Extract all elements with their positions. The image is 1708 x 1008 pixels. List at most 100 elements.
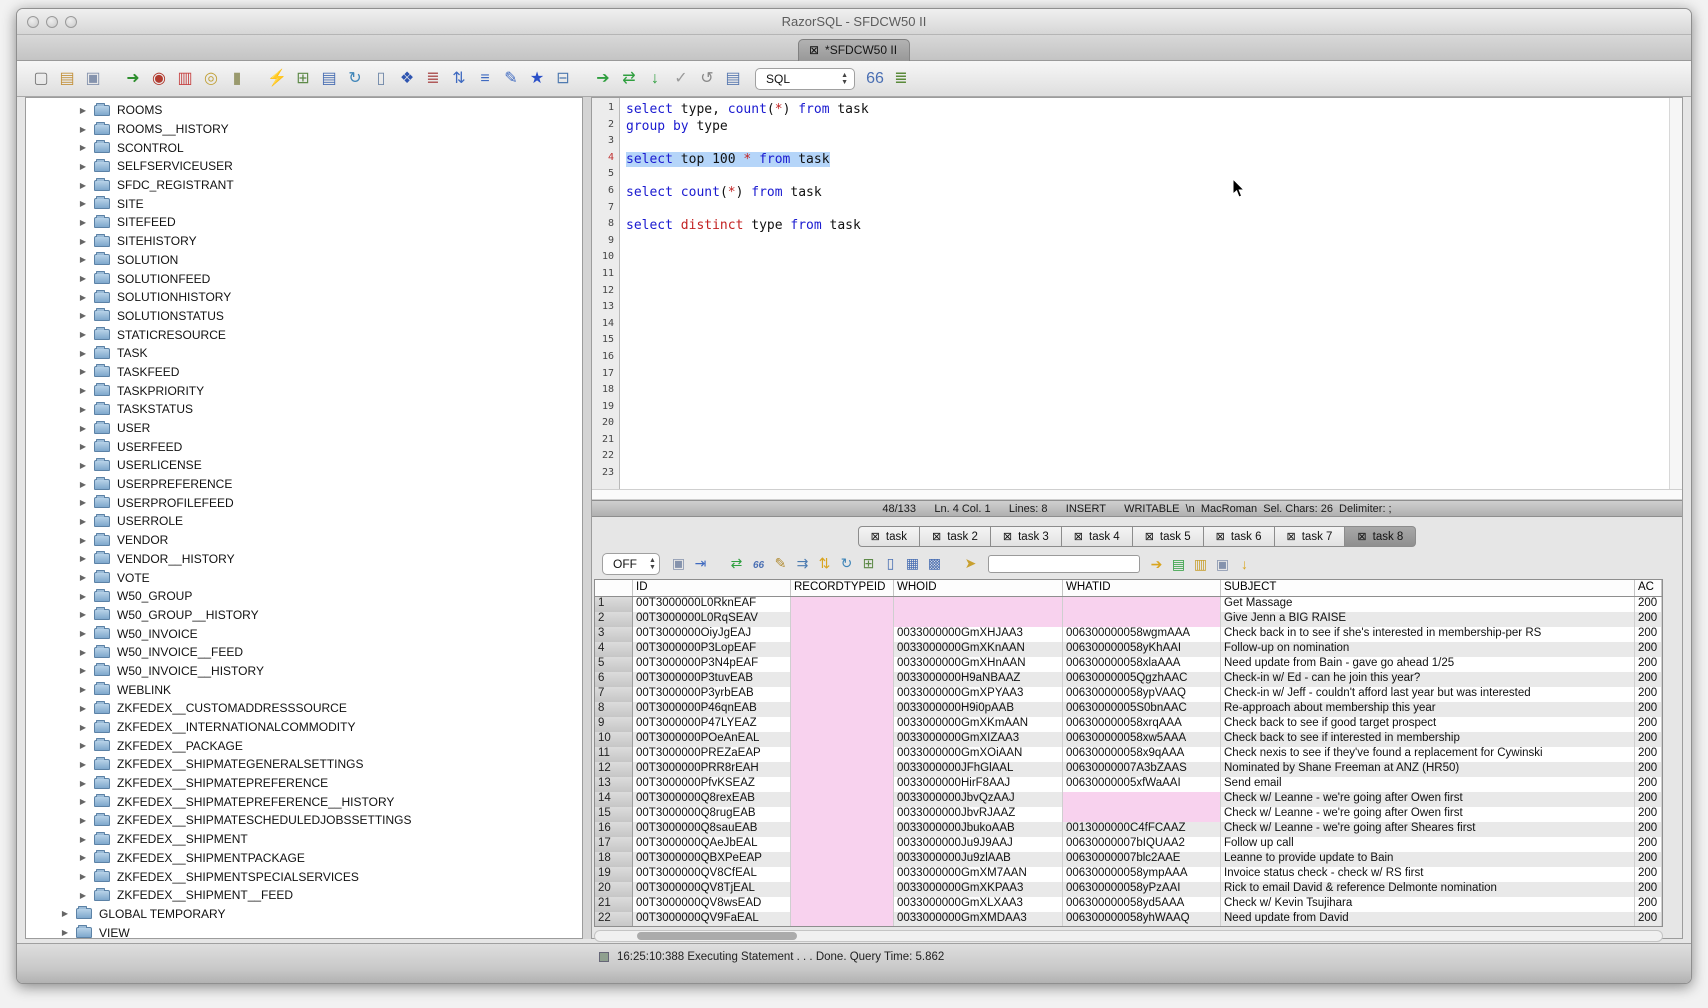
tree-item-w50-invoice[interactable]: ▶W50_INVOICE	[26, 624, 582, 643]
tree-item-taskpriority[interactable]: ▶TASKPRIORITY	[26, 381, 582, 400]
database-icon[interactable]: ▮	[225, 68, 249, 90]
disclosure-triangle-icon[interactable]: ▶	[78, 125, 88, 134]
tree-item-zkfedex-internationalcommodity[interactable]: ▶ZKFEDEX__INTERNATIONALCOMMODITY	[26, 718, 582, 737]
format-sql-icon[interactable]: ✎	[499, 68, 523, 90]
disclosure-triangle-icon[interactable]: ▶	[78, 779, 88, 788]
column-header-ID[interactable]: ID	[633, 580, 791, 596]
close-tab-icon[interactable]: ⊠	[1003, 531, 1012, 543]
sql-code-area[interactable]: select type, count(*) from taskgroup by …	[620, 98, 1669, 489]
log-icon[interactable]: ▤	[721, 68, 745, 90]
table-row[interactable]: 1400T3000000Q8rexEAB0033000000JbvQzAAJCh…	[595, 792, 1662, 807]
tree-item-task[interactable]: ▶TASK	[26, 344, 582, 363]
disclosure-triangle-icon[interactable]: ▶	[78, 255, 88, 264]
tree-item-vendor-history[interactable]: ▶VENDOR__HISTORY	[26, 550, 582, 569]
tree-item-zkfedex-shipmentpackage[interactable]: ▶ZKFEDEX__SHIPMENTPACKAGE	[26, 849, 582, 868]
disclosure-triangle-icon[interactable]: ▶	[78, 666, 88, 675]
tree-item-zkfedex-shipment-feed[interactable]: ▶ZKFEDEX__SHIPMENT__FEED	[26, 886, 582, 905]
filter-results-icon[interactable]: ⇥	[690, 553, 711, 573]
align-columns-icon[interactable]: ≡	[473, 68, 497, 90]
disclosure-triangle-icon[interactable]: ▶	[78, 349, 88, 358]
close-tab-icon[interactable]: ⊠	[871, 531, 880, 543]
tree-item-zkfedex-package[interactable]: ▶ZKFEDEX__PACKAGE	[26, 736, 582, 755]
autocommit-dropdown[interactable]: OFF ▲▼	[602, 553, 660, 575]
copy-rows-icon[interactable]: ▦	[902, 553, 923, 573]
tree-item-w50-invoice-history[interactable]: ▶W50_INVOICE__HISTORY	[26, 662, 582, 681]
tree-item-w50-group[interactable]: ▶W50_GROUP	[26, 587, 582, 606]
save-results-icon[interactable]: ▣	[668, 553, 689, 573]
disclosure-triangle-icon[interactable]: ▶	[78, 554, 88, 563]
tree-item-userrole[interactable]: ▶USERROLE	[26, 512, 582, 531]
disclosure-triangle-icon[interactable]: ▶	[60, 928, 70, 937]
tree-item-scontrol[interactable]: ▶SCONTROL	[26, 138, 582, 157]
disclosure-triangle-icon[interactable]: ▶	[78, 461, 88, 470]
sort-rows-icon[interactable]: ⇅	[814, 553, 835, 573]
table-row[interactable]: 800T3000000P46qnEAB0033000000H9i0pAAB006…	[595, 702, 1662, 717]
tree-item-solutionstatus[interactable]: ▶SOLUTIONSTATUS	[26, 307, 582, 326]
tree-item-sfdc-registrant[interactable]: ▶SFDC_REGISTRANT	[26, 176, 582, 195]
result-tab-task-7[interactable]: ⊠task 7	[1275, 526, 1346, 547]
table-row[interactable]: 600T3000000P3tuvEAB0033000000H9aNBAAZ006…	[595, 672, 1662, 687]
disclosure-triangle-icon[interactable]: ▶	[78, 891, 88, 900]
table-row[interactable]: 2100T3000000QV8wsEAD0033000000GmXLXAA300…	[595, 897, 1662, 912]
close-tab-icon[interactable]: ⊠	[1216, 531, 1225, 543]
tree-item-rooms[interactable]: ▶ROOMS	[26, 101, 582, 120]
tree-item-zkfedex-shipmategeneralsettings[interactable]: ▶ZKFEDEX__SHIPMATEGENERALSETTINGS	[26, 755, 582, 774]
close-tab-icon[interactable]: ⊠	[1074, 531, 1083, 543]
go-icon[interactable]: ➔	[591, 68, 615, 90]
tree-item-zkfedex-customaddresssource[interactable]: ▶ZKFEDEX__CUSTOMADDRESSSOURCE	[26, 699, 582, 718]
page-view-icon[interactable]: ▯	[880, 553, 901, 573]
table-row[interactable]: 400T3000000P3LopEAF0033000000GmXKnAAN006…	[595, 642, 1662, 657]
view-row-icon[interactable]: 66	[748, 556, 769, 576]
statement-type-dropdown[interactable]: SQL ▲▼	[755, 68, 855, 90]
disclosure-triangle-icon[interactable]: ▶	[78, 498, 88, 507]
column-header-WHOID[interactable]: WHOID	[894, 580, 1063, 596]
tree-item-sitehistory[interactable]: ▶SITEHISTORY	[26, 232, 582, 251]
row-counts-icon[interactable]: ≣	[421, 68, 445, 90]
tree-item-zkfedex-shipmatescheduledjobssettings[interactable]: ▶ZKFEDEX__SHIPMATESCHEDULEDJOBSSETTINGS	[26, 811, 582, 830]
disclosure-triangle-icon[interactable]: ▶	[78, 143, 88, 152]
disclosure-triangle-icon[interactable]: ▶	[78, 760, 88, 769]
table-row[interactable]: 1500T3000000Q8rugEAB0033000000JbvRJAAZCh…	[595, 807, 1662, 822]
table-row[interactable]: 2000T3000000QV8TjEAL0033000000GmXKPAA300…	[595, 882, 1662, 897]
tree-item-w50-invoice-feed[interactable]: ▶W50_INVOICE__FEED	[26, 643, 582, 662]
disclosure-triangle-icon[interactable]: ▶	[78, 797, 88, 806]
disclosure-triangle-icon[interactable]: ▶	[78, 181, 88, 190]
disclosure-triangle-icon[interactable]: ▶	[78, 199, 88, 208]
tree-item-vendor[interactable]: ▶VENDOR	[26, 531, 582, 550]
tree-item-w50-group-history[interactable]: ▶W50_GROUP__HISTORY	[26, 606, 582, 625]
table-tools-icon[interactable]: ⊟	[551, 68, 575, 90]
table-row[interactable]: 1900T3000000QV8CfEAL0033000000GmXM7AAN00…	[595, 867, 1662, 882]
disclosure-triangle-icon[interactable]: ▶	[78, 162, 88, 171]
tree-item-view[interactable]: ▶VIEW	[26, 923, 582, 939]
disclosure-triangle-icon[interactable]: ▶	[78, 517, 88, 526]
tree-item-userlicense[interactable]: ▶USERLICENSE	[26, 456, 582, 475]
new-file-icon[interactable]: ▢	[29, 68, 53, 90]
download-results-icon[interactable]: ↓	[1234, 554, 1255, 574]
result-tab-task[interactable]: ⊠task	[858, 526, 920, 547]
column-header-RECORDTYPEID[interactable]: RECORDTYPEID	[791, 580, 894, 596]
close-tab-icon[interactable]: ⊠	[1287, 531, 1296, 543]
result-tab-task-5[interactable]: ⊠task 5	[1133, 526, 1204, 547]
edit-row-icon[interactable]: ✎	[770, 553, 791, 573]
disclosure-triangle-icon[interactable]: ▶	[78, 367, 88, 376]
editor-horizontal-scrollbar[interactable]	[592, 489, 1682, 500]
tree-item-zkfedex-shipment[interactable]: ▶ZKFEDEX__SHIPMENT	[26, 830, 582, 849]
disclosure-triangle-icon[interactable]: ▶	[78, 872, 88, 881]
tree-item-selfserviceuser[interactable]: ▶SELFSERVICEUSER	[26, 157, 582, 176]
table-row[interactable]: 1200T3000000PRR8rEAH0033000000JFhGlAAL00…	[595, 762, 1662, 777]
tree-item-userfeed[interactable]: ▶USERFEED	[26, 437, 582, 456]
results-table[interactable]: IDRECORDTYPEIDWHOIDWHATIDSUBJECTAC100T30…	[594, 579, 1663, 927]
disclosure-triangle-icon[interactable]: ▶	[78, 386, 88, 395]
tree-item-sitefeed[interactable]: ▶SITEFEED	[26, 213, 582, 232]
disclosure-triangle-icon[interactable]: ▶	[78, 573, 88, 582]
update-database-icon[interactable]: ↻	[836, 553, 857, 573]
fetch-icon[interactable]: ↓	[643, 68, 667, 90]
result-tab-task-4[interactable]: ⊠task 4	[1062, 526, 1133, 547]
form-view-icon[interactable]: ⊞	[858, 553, 879, 573]
favorites-icon[interactable]: ★	[525, 68, 549, 90]
rollback-icon[interactable]: ◎	[199, 68, 223, 90]
disclosure-triangle-icon[interactable]: ▶	[78, 536, 88, 545]
panel-splitter[interactable]	[583, 97, 591, 939]
filter-sort-icon[interactable]: ⇅	[447, 68, 471, 90]
table-row[interactable]: 1100T3000000PREZaEAP0033000000GmXOiAAN00…	[595, 747, 1662, 762]
